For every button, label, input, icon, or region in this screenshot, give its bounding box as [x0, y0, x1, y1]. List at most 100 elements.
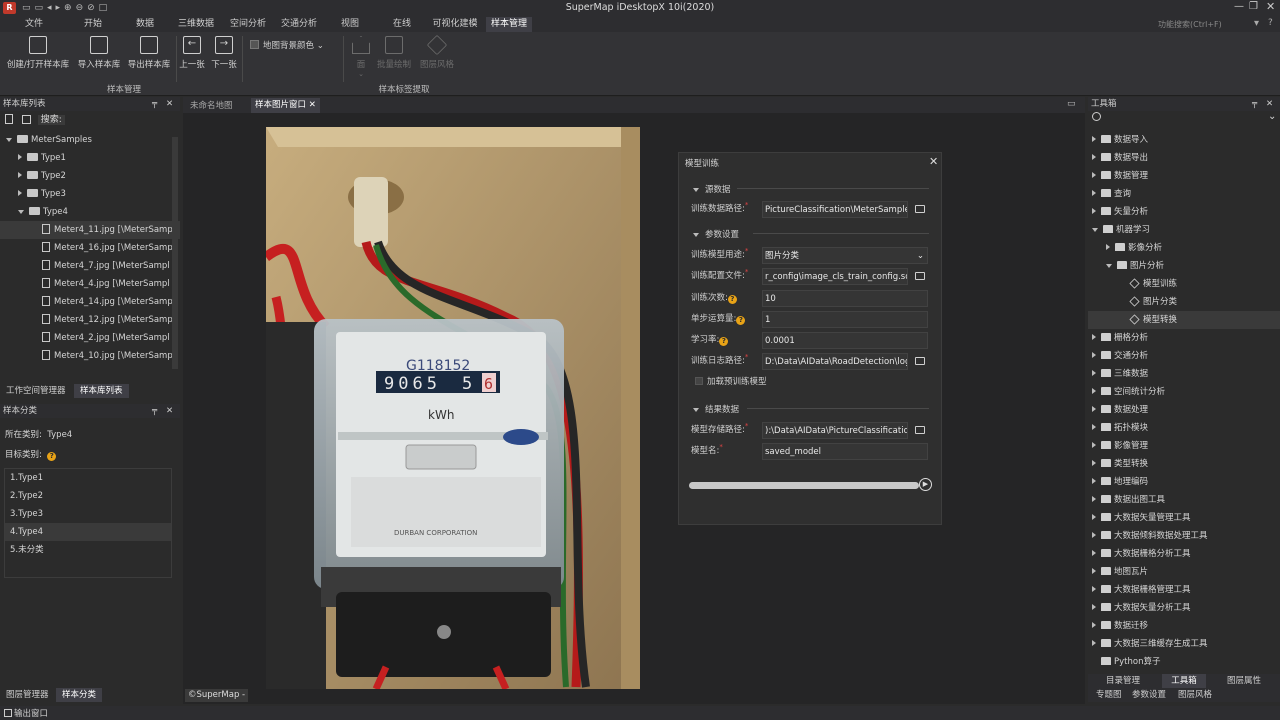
menu-file[interactable]: 文件 [20, 17, 48, 32]
tab-catalog-manager[interactable]: 目录管理 [1100, 674, 1146, 688]
tree-root[interactable]: MeterSamples [0, 131, 180, 149]
folder-icon[interactable] [915, 357, 925, 365]
export-sample-lib-button[interactable]: 导出样本库 [125, 36, 173, 70]
close-window-button[interactable]: ✕ [1266, 0, 1275, 13]
create-open-sample-lib-button[interactable]: 创建/打开样本库 [4, 36, 72, 70]
toolbox-item[interactable]: 数据管理 [1088, 167, 1280, 185]
toolbox-item[interactable]: 栅格分析 [1088, 329, 1280, 347]
previous-image-button[interactable]: ← 上一张 [179, 36, 205, 70]
type-item[interactable]: 5.未分类 [5, 541, 171, 559]
menu-tab-data[interactable]: 数据 [131, 17, 159, 32]
layer-style-button[interactable]: 图层风格 [417, 34, 457, 70]
toolbox-item[interactable]: 地理编码 [1088, 473, 1280, 491]
toolbox-item[interactable]: 数据迁移 [1088, 617, 1280, 635]
train-path-input[interactable]: PictureClassification\MeterSamples [762, 201, 908, 218]
pin-icon[interactable]: ╤ [1252, 97, 1257, 111]
tree-file[interactable]: Meter4_4.jpg [\MeterSampl [0, 275, 180, 293]
output-window-tab[interactable]: 输出窗口 [4, 707, 48, 719]
import-sample-lib-button[interactable]: 导入样本库 [76, 36, 122, 70]
layout-icon[interactable] [21, 115, 31, 124]
tree-folder[interactable]: Type4 [0, 203, 180, 221]
tree-file[interactable]: Meter4_14.jpg [\MeterSamp [0, 293, 180, 311]
toolbox-item[interactable]: 机器学习 [1088, 221, 1280, 239]
pin-icon[interactable]: ╤ [152, 404, 157, 418]
close-icon[interactable]: ✕ [166, 404, 173, 418]
tab-layer-properties[interactable]: 图层属性 [1221, 674, 1267, 688]
toolbox-item[interactable]: 大数据栅格分析工具 [1088, 545, 1280, 563]
tree-file[interactable]: Meter4_2.jpg [\MeterSampl [0, 329, 180, 347]
type-item[interactable]: 4.Type4 [5, 523, 171, 541]
tree-file[interactable]: Meter4_16.jpg [\MeterSamp [0, 239, 180, 257]
toolbox-item[interactable]: 图片分类 [1088, 293, 1280, 311]
tab-workspace-manager[interactable]: 工作空间管理器 [0, 384, 72, 398]
help-icon[interactable]: ? [47, 452, 57, 461]
toolbox-item[interactable]: 数据导出 [1088, 149, 1280, 167]
section-param-settings[interactable]: 参数设置 [693, 228, 739, 240]
epochs-input[interactable]: 10 [762, 290, 928, 307]
help-icon[interactable]: ? [719, 337, 729, 346]
usage-select[interactable]: 图片分类 ⌄ [762, 247, 928, 264]
section-source-data[interactable]: 源数据 [693, 183, 731, 195]
menu-tab-visual-modeling[interactable]: 可视化建模 [430, 17, 480, 32]
pretrain-checkbox-row[interactable]: 加载预训练模型 [695, 374, 767, 391]
tree-file[interactable]: Meter4_10.jpg [\MeterSamp [0, 347, 180, 365]
menu-tab-start[interactable]: 开始 [80, 17, 106, 32]
minimize-button[interactable]: — [1234, 1, 1244, 12]
function-search-input[interactable]: 功能搜索(Ctrl+F) [1158, 19, 1248, 30]
restore-button[interactable]: ❐ [1249, 1, 1258, 12]
folder-icon[interactable] [915, 205, 925, 213]
close-icon[interactable]: ✕ [1266, 97, 1273, 111]
toolbox-item[interactable]: 模型训练 [1088, 275, 1280, 293]
toolbox-item[interactable]: 影像管理 [1088, 437, 1280, 455]
section-result-data[interactable]: 结果数据 [693, 403, 739, 415]
folder-icon[interactable] [915, 272, 925, 280]
toolbox-item[interactable]: 数据处理 [1088, 401, 1280, 419]
toolbox-item[interactable]: 大数据倾斜数据处理工具 [1088, 527, 1280, 545]
folder-icon[interactable] [915, 426, 925, 434]
toolbox-item[interactable]: 类型转换 [1088, 455, 1280, 473]
quick-access-toolbar[interactable]: ▭▭◂▸⊕⊖⊘□ [22, 3, 132, 13]
toolbox-item[interactable]: 模型转换 [1088, 311, 1280, 329]
toolbox-item[interactable]: 影像分析 [1088, 239, 1280, 257]
toolbox-item[interactable]: 查询 [1088, 185, 1280, 203]
tree-file[interactable]: Meter4_7.jpg [\MeterSampl [0, 257, 180, 275]
tree-folder[interactable]: Type2 [0, 167, 180, 185]
tree-file[interactable]: Meter4_12.jpg [\MeterSamp [0, 311, 180, 329]
close-icon[interactable]: ✕ [309, 100, 316, 110]
help-icon[interactable]: ? [727, 295, 737, 304]
restore-doc-icon[interactable]: ▭ [1067, 99, 1076, 109]
menu-tab-traffic-analysis[interactable]: 交通分析 [279, 17, 319, 32]
tab-thematic-map[interactable]: 专题图 [1090, 688, 1128, 702]
menu-tab-view[interactable]: 视图 [336, 17, 364, 32]
dialog-close-icon[interactable]: ✕ [929, 155, 938, 168]
tab-parameter-settings[interactable]: 参数设置 [1126, 688, 1172, 702]
toolbox-item[interactable]: 大数据栅格管理工具 [1088, 581, 1280, 599]
toolbox-item[interactable]: 三维数据 [1088, 365, 1280, 383]
help-button[interactable]: ? [1268, 18, 1273, 28]
tab-sample-classify[interactable]: 样本分类 [56, 688, 103, 702]
toolbox-item[interactable]: 数据导入 [1088, 131, 1280, 149]
toolbox-item[interactable]: Python算子 [1088, 653, 1280, 671]
config-input[interactable]: r_config\image_cls_train_config.sdt [762, 268, 908, 285]
lr-input[interactable]: 0.0001 [762, 332, 928, 349]
toolbox-item[interactable]: 图片分析 [1088, 257, 1280, 275]
batch-draw-button[interactable]: 批量绘制 [376, 36, 412, 70]
type-item[interactable]: 1.Type1 [5, 469, 171, 487]
menu-tab-online[interactable]: 在线 [388, 17, 416, 32]
batch-input[interactable]: 1 [762, 311, 928, 328]
new-icon[interactable] [5, 114, 13, 124]
menu-tab-spatial-analysis[interactable]: 空间分析 [228, 17, 268, 32]
pin-icon[interactable]: ╤ [152, 97, 157, 111]
tree-file[interactable]: Meter4_11.jpg [\MeterSamp [0, 221, 180, 239]
type-item[interactable]: 2.Type2 [5, 487, 171, 505]
toolbox-item[interactable]: 数据出图工具 [1088, 491, 1280, 509]
face-button[interactable]: 面 ⌄ [350, 36, 372, 78]
model-path-input[interactable]: ):\Data\AIData\PictureClassification [762, 422, 908, 439]
toolbox-item[interactable]: 空间统计分析 [1088, 383, 1280, 401]
toolbox-item[interactable]: 矢量分析 [1088, 203, 1280, 221]
menu-tab-sample-management[interactable]: 样本管理 [486, 17, 532, 32]
tab-sample-image-window[interactable]: 样本图片窗口 ✕ [251, 98, 320, 113]
tab-layer-style[interactable]: 图层风格 [1172, 688, 1218, 702]
menu-tab-3d-data[interactable]: 三维数据 [176, 17, 216, 32]
pretrain-checkbox[interactable] [695, 377, 703, 385]
